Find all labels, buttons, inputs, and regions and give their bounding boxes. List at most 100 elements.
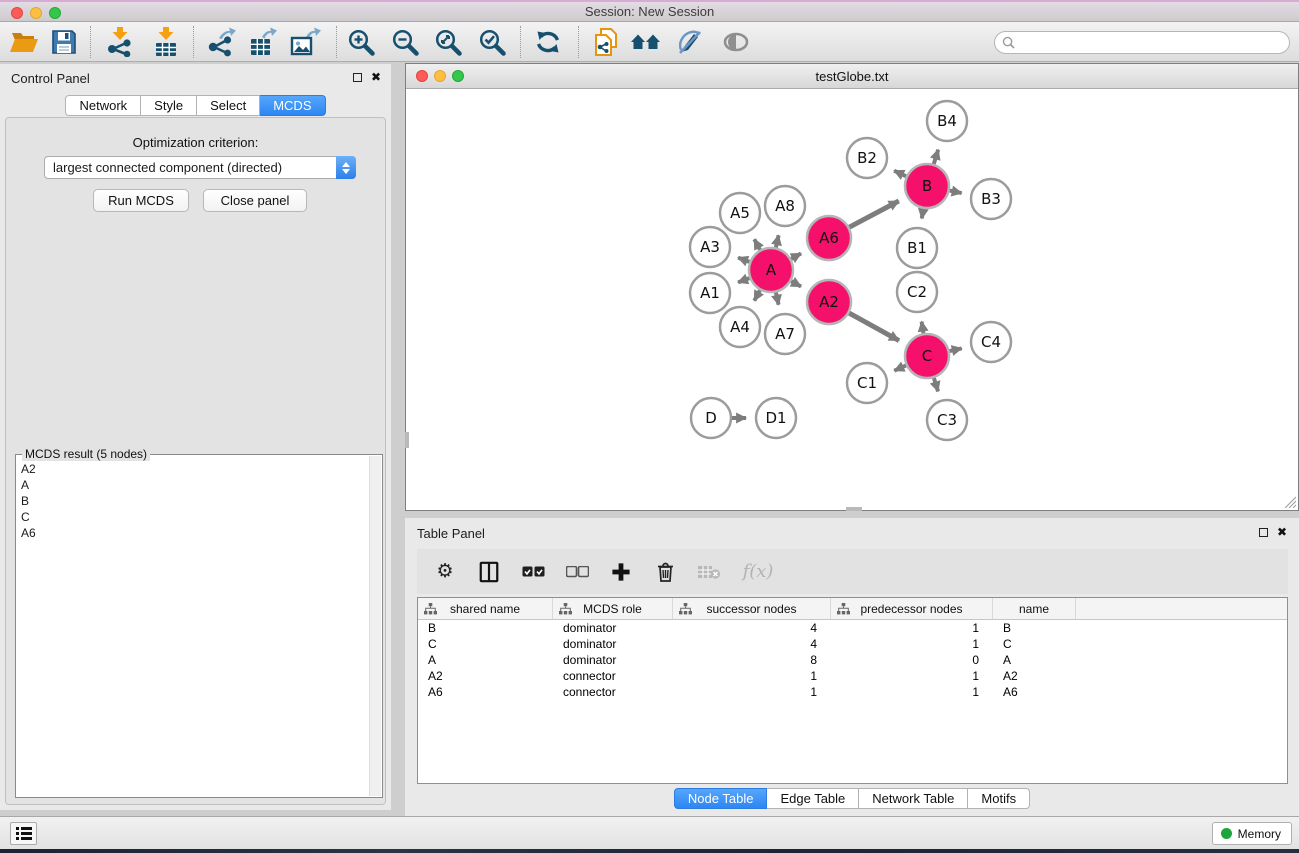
edge-C-C3[interactable] <box>934 378 938 391</box>
column-header-name[interactable]: name <box>993 598 1076 619</box>
zoom-out-button[interactable] <box>387 25 423 59</box>
edge-A2-C[interactable] <box>849 313 899 340</box>
control-tab-select[interactable]: Select <box>197 95 260 116</box>
network-document-icon <box>592 27 620 57</box>
app-titlebar: Session: New Session <box>0 0 1299 22</box>
edge-A-A2[interactable] <box>791 281 801 286</box>
panel-grip[interactable] <box>846 507 862 511</box>
float-panel-icon[interactable] <box>1259 528 1268 537</box>
column-settings-button[interactable]: ⚙ <box>433 559 457 585</box>
node-table[interactable]: shared nameMCDS rolesuccessor nodesprede… <box>417 597 1288 784</box>
edge-C-C1[interactable] <box>894 365 906 370</box>
node-label-A1: A1 <box>700 284 720 302</box>
task-history-button[interactable] <box>10 822 37 845</box>
node-label-A6: A6 <box>819 229 839 247</box>
table-row[interactable]: Bdominator41B <box>418 620 1287 636</box>
import-network-button[interactable] <box>102 25 138 59</box>
mcds-result-item[interactable]: A6 <box>21 525 368 541</box>
delete-table-button[interactable] <box>697 559 721 585</box>
memory-button[interactable]: Memory <box>1212 822 1292 845</box>
panel-grip[interactable] <box>405 432 409 448</box>
column-header-shared-name[interactable]: shared name <box>418 598 553 619</box>
edge-A-A7[interactable] <box>776 292 779 304</box>
new-network-from-selection-button[interactable] <box>588 25 624 59</box>
control-tab-mcds[interactable]: MCDS <box>260 95 325 116</box>
mcds-result-list: A2ABCA6 <box>18 461 368 795</box>
table-row[interactable]: Adominator80A <box>418 652 1287 668</box>
edge-A-A5[interactable] <box>754 239 760 249</box>
show-column-button[interactable] <box>477 559 501 585</box>
edge-A-A4[interactable] <box>754 290 760 300</box>
table-tab-network-table[interactable]: Network Table <box>859 788 968 809</box>
node-label-C1: C1 <box>857 374 877 392</box>
edge-A6-B[interactable] <box>849 201 898 227</box>
zoom-selected-button[interactable] <box>474 25 510 59</box>
main-toolbar <box>0 22 1299 62</box>
mcds-result-item[interactable]: A2 <box>21 461 368 477</box>
mcds-result-item[interactable]: C <box>21 509 368 525</box>
refresh-button[interactable] <box>530 25 566 59</box>
add-column-button[interactable] <box>609 559 633 585</box>
edge-C-C4[interactable] <box>949 348 961 351</box>
result-scrollbar[interactable] <box>369 456 381 796</box>
close-panel-icon[interactable]: ✖ <box>371 72 381 82</box>
function-builder-button[interactable]: f(x) <box>741 559 775 585</box>
select-all-columns-button[interactable] <box>521 559 545 585</box>
control-tab-network[interactable]: Network <box>65 95 141 116</box>
mcds-result-legend: MCDS result (5 nodes) <box>22 447 150 461</box>
criterion-dropdown[interactable]: largest connected component (directed) <box>44 156 356 179</box>
edge-B-B1[interactable] <box>922 209 924 219</box>
mcds-result-item[interactable]: B <box>21 493 368 509</box>
export-image-button[interactable] <box>287 25 323 59</box>
table-tab-edge-table[interactable]: Edge Table <box>767 788 859 809</box>
edge-A-A3[interactable] <box>738 258 749 262</box>
edge-A-A6[interactable] <box>791 253 801 258</box>
table-tab-node-table[interactable]: Node Table <box>674 788 768 809</box>
column-header-MCDS-role[interactable]: MCDS role <box>553 598 673 619</box>
table-row[interactable]: A6connector11A6 <box>418 684 1287 700</box>
columns-icon <box>478 561 500 583</box>
window-resize-grip[interactable] <box>1282 494 1296 508</box>
export-table-button[interactable] <box>244 25 280 59</box>
dropdown-stepper-icon <box>336 156 356 179</box>
search-field[interactable] <box>994 31 1290 54</box>
save-session-button[interactable] <box>46 25 82 59</box>
zoom-in-button[interactable] <box>343 25 379 59</box>
show-hide-graphics-details-button[interactable] <box>672 25 708 59</box>
float-panel-icon[interactable] <box>353 73 362 82</box>
cell-predecessor-nodes: 1 <box>831 668 993 684</box>
edge-A-A1[interactable] <box>738 278 749 282</box>
network-canvas[interactable]: AA1A2A3A4A5A6A7A8BB1B2B3B4CC1C2C3C4DD1 <box>407 90 1297 509</box>
edge-B-B2[interactable] <box>894 171 906 177</box>
unselect-all-columns-button[interactable] <box>565 559 589 585</box>
delete-column-button[interactable] <box>653 559 677 585</box>
search-input[interactable] <box>1019 36 1289 50</box>
table-tab-motifs[interactable]: Motifs <box>968 788 1030 809</box>
network-window-titlebar[interactable]: testGlobe.txt <box>406 64 1298 89</box>
table-row[interactable]: Cdominator41C <box>418 636 1287 652</box>
export-network-button[interactable] <box>203 25 239 59</box>
first-neighbors-button[interactable] <box>628 25 664 59</box>
control-tab-style[interactable]: Style <box>141 95 197 116</box>
edge-B-B4[interactable] <box>934 150 938 164</box>
import-table-button[interactable] <box>148 25 184 59</box>
column-header-empty <box>1076 598 1287 619</box>
zoom-fit-button[interactable] <box>430 25 466 59</box>
toolbar-separator <box>520 26 521 58</box>
open-file-button[interactable] <box>6 25 42 59</box>
edge-B-B3[interactable] <box>950 191 962 193</box>
close-panel-icon[interactable]: ✖ <box>1277 527 1287 537</box>
close-panel-button[interactable]: Close panel <box>203 189 307 212</box>
table-row[interactable]: A2connector11A2 <box>418 668 1287 684</box>
column-header-predecessor-nodes[interactable]: predecessor nodes <box>831 598 993 619</box>
edge-A-A8[interactable] <box>776 235 779 247</box>
toolbar-separator <box>193 26 194 58</box>
network-graph[interactable]: AA1A2A3A4A5A6A7A8BB1B2B3B4CC1C2C3C4DD1 <box>407 90 1297 510</box>
node-label-A7: A7 <box>775 325 795 343</box>
mcds-result-item[interactable]: A <box>21 477 368 493</box>
cell-predecessor-nodes: 0 <box>831 652 993 668</box>
run-mcds-button[interactable]: Run MCDS <box>93 189 189 212</box>
column-header-successor-nodes[interactable]: successor nodes <box>673 598 831 619</box>
show-hide-odometer-button[interactable] <box>718 25 754 59</box>
edge-C-C2[interactable] <box>922 322 924 334</box>
